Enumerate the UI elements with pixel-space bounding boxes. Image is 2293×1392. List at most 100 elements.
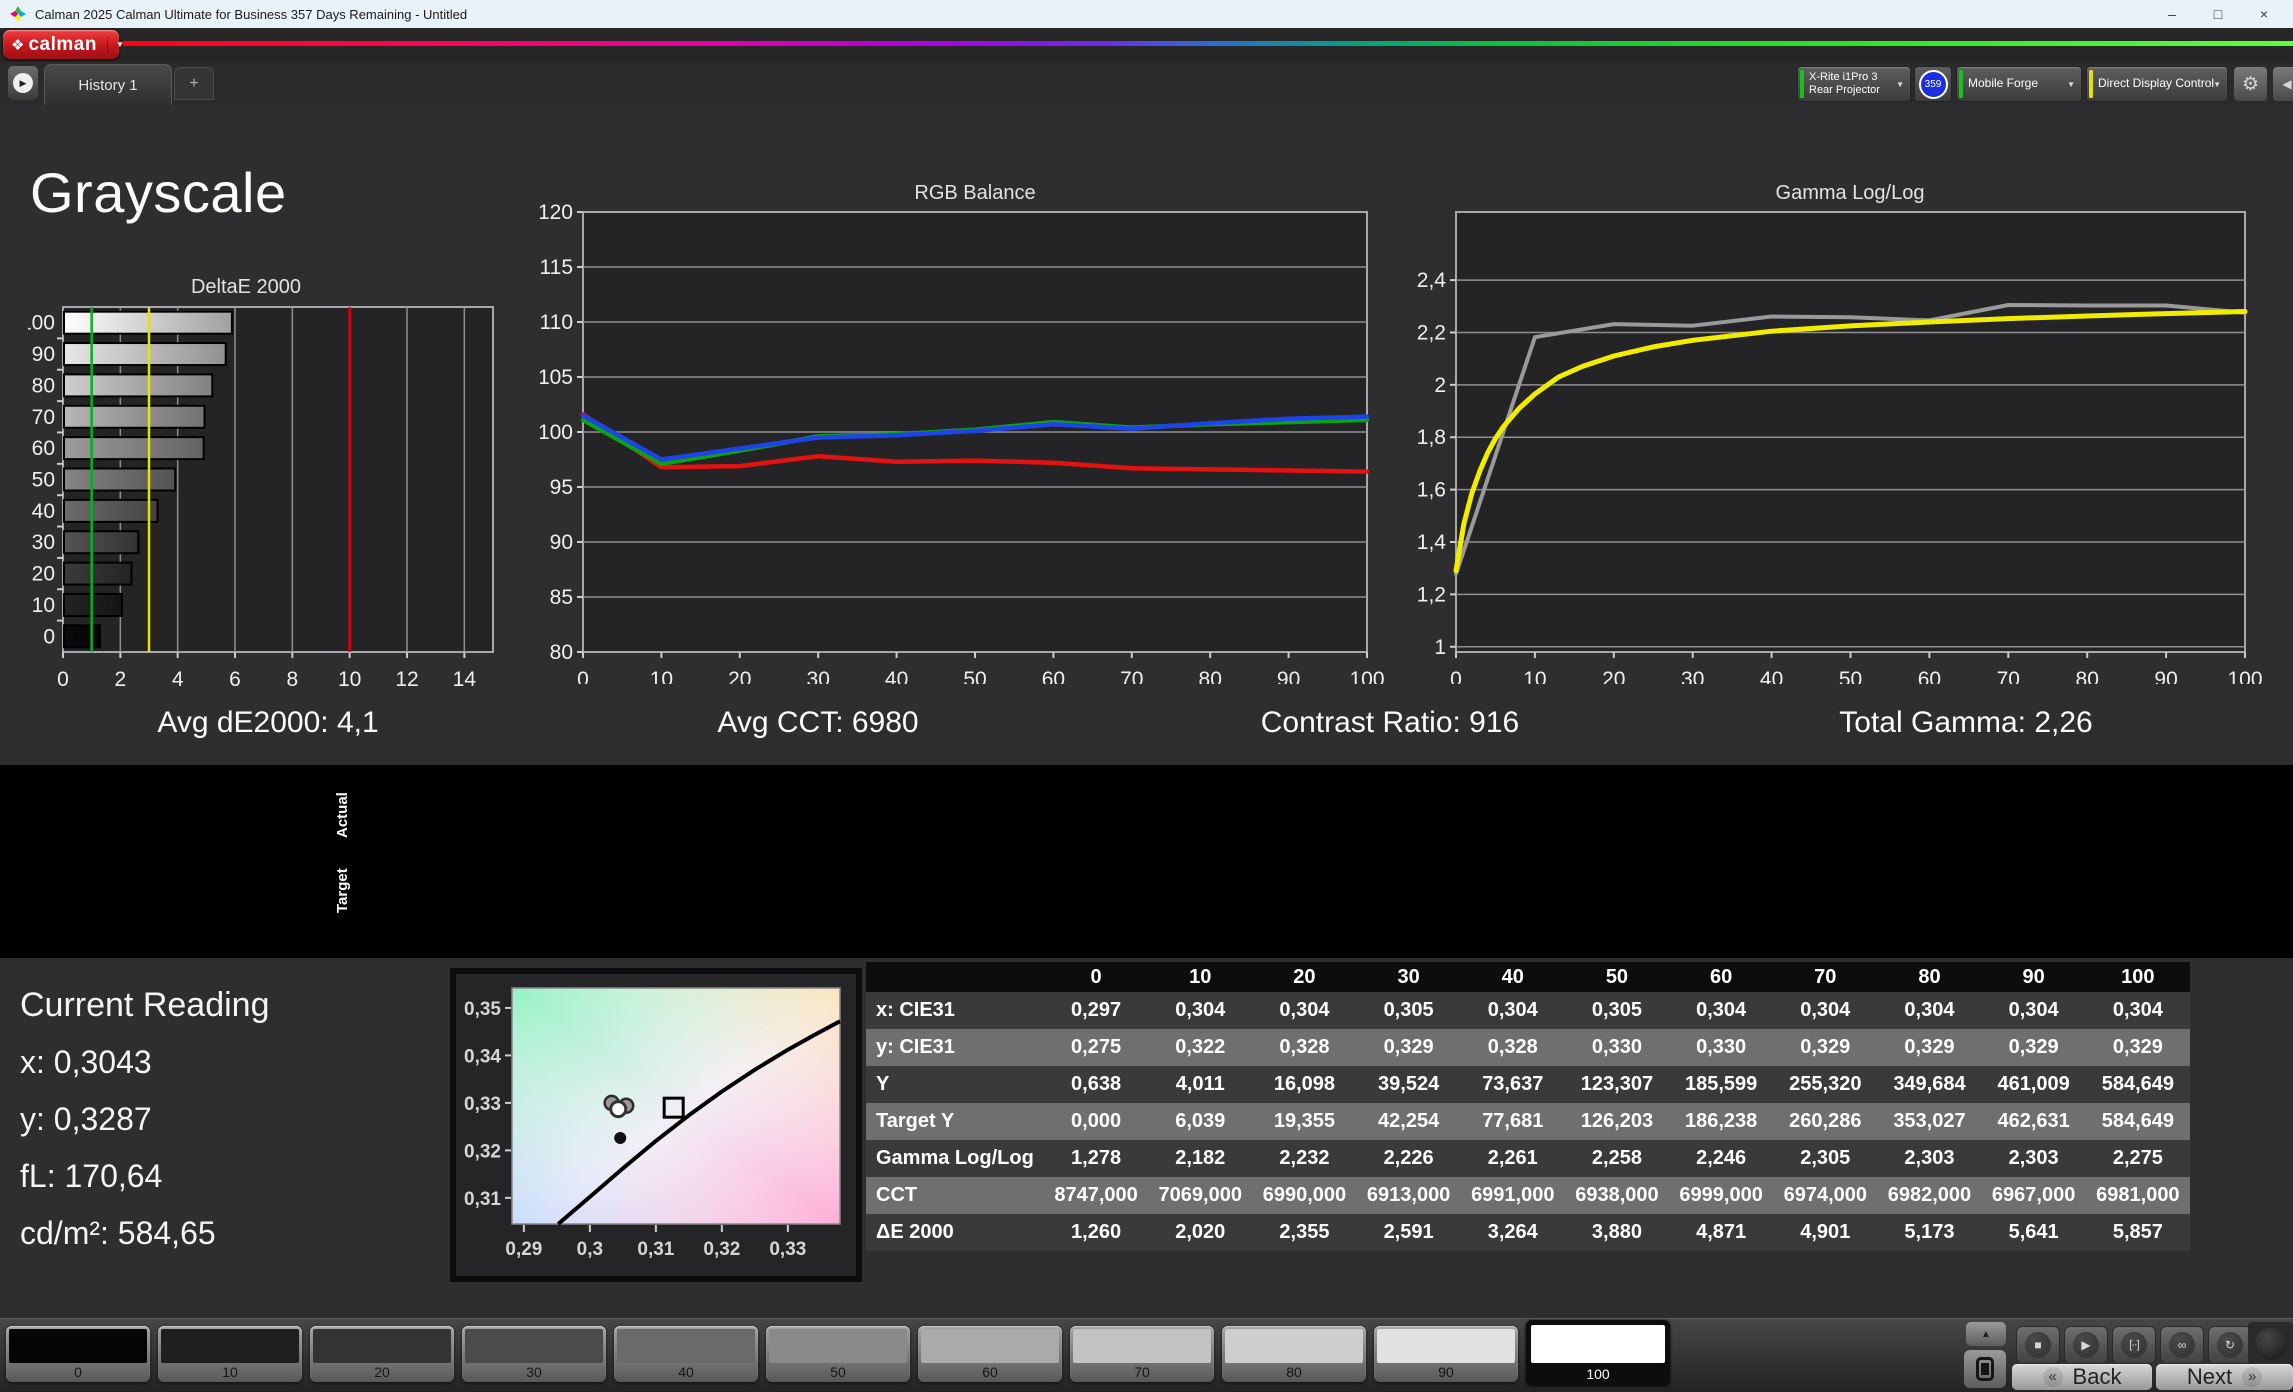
table-cell: 2,226 (1383, 1147, 1434, 1169)
add-tab-button[interactable]: + (174, 67, 214, 100)
table-column-header (866, 962, 1044, 992)
pattern-patch-30[interactable]: 30 (462, 1326, 606, 1382)
svg-text:1: 1 (1434, 636, 1446, 659)
pattern-window-button[interactable] (1964, 1350, 2006, 1388)
continuous-button[interactable]: ∞ (2160, 1326, 2204, 1364)
row-label: Gamma Log/Log (876, 1147, 1034, 1169)
table-cell: 0,275 (1071, 1036, 1122, 1058)
svg-text:20: 20 (728, 668, 751, 684)
reading-x: x: 0,3043 (20, 1044, 152, 1080)
svg-text:6: 6 (229, 668, 241, 686)
svg-text:0,29: 0,29 (505, 1239, 542, 1260)
table-cell: 0,329 (1904, 1036, 1955, 1058)
svg-text:0: 0 (577, 668, 589, 684)
table-cell: 0,638 (1071, 1073, 1122, 1095)
collapse-panel-button[interactable]: ◀ (2272, 66, 2293, 102)
table-cell: 0,329 (2008, 1036, 2059, 1058)
patch-swatch (617, 1329, 755, 1363)
table-cell: 353,027 (1893, 1110, 1966, 1132)
stop-button[interactable]: ■ (2016, 1326, 2060, 1364)
svg-text:4: 4 (172, 668, 184, 686)
svg-text:50: 50 (32, 469, 55, 492)
table-cell: 6981,000 (2096, 1184, 2180, 1206)
svg-text:10: 10 (338, 668, 361, 686)
table-cell: 6982,000 (1887, 1184, 1972, 1206)
svg-text:30: 30 (32, 531, 55, 554)
minimize-button[interactable]: – (2149, 6, 2195, 22)
table-cell: 0,330 (1591, 1036, 1642, 1058)
table-row: ΔE 2000 1,260 2,020 2,355 2,591 3,264 3,880 4,8… (866, 1214, 2190, 1251)
reading-fl: fL: 170,64 (20, 1158, 163, 1194)
table-row: y: CIE31 0,275 0,322 0,328 0,329 0,328 0,330 0,… (866, 1029, 2190, 1066)
svg-text:40: 40 (32, 500, 55, 523)
display-control-dropdown[interactable]: Direct Display Control ▼ (2086, 66, 2228, 102)
back-button[interactable]: « Back (2012, 1364, 2152, 1390)
table-cell: 0,304 (1800, 999, 1851, 1021)
grayscale-swatch-strip: Actual Target 0102030405060708090100 (0, 765, 2293, 958)
svg-text:0: 0 (1450, 668, 1462, 684)
pattern-up-button[interactable]: ▲ (1966, 1322, 2006, 1346)
table-cell: 1,260 (1071, 1221, 1122, 1243)
svg-text:90: 90 (2154, 668, 2177, 684)
svg-text:2: 2 (114, 668, 126, 686)
svg-text:70: 70 (1997, 668, 2020, 684)
pattern-patch-40[interactable]: 40 (614, 1326, 758, 1382)
table-cell: 0,329 (1800, 1036, 1851, 1058)
pattern-patch-50[interactable]: 50 (766, 1326, 910, 1382)
pattern-patch-100[interactable]: 100 (1526, 1320, 1670, 1385)
patch-swatch (161, 1329, 299, 1363)
title-bar: Calman 2025 Calman Ultimate for Business… (0, 0, 2293, 28)
svg-text:50: 50 (963, 668, 986, 684)
window-icon (1976, 1357, 1994, 1381)
table-cell: 6974,000 (1783, 1184, 1867, 1206)
table-cell: 126,203 (1580, 1110, 1654, 1132)
svg-text:0,32: 0,32 (464, 1141, 501, 1162)
pattern-patch-10[interactable]: 10 (158, 1326, 302, 1382)
source-selector-dropdown[interactable]: Mobile Forge ▼ (1956, 66, 2082, 102)
total-gamma-stat: Total Gamma: 2,26 (1839, 706, 2093, 739)
table-cell: 0,322 (1175, 1036, 1226, 1058)
table-header-row: 0 10 20 30 40 50 60 70 80 90 100 (866, 962, 2190, 992)
table-cell: 16,098 (1273, 1073, 1336, 1095)
svg-text:120: 120 (540, 201, 573, 224)
pattern-patch-20[interactable]: 20 (310, 1326, 454, 1382)
svg-text:20: 20 (1602, 668, 1625, 684)
pattern-patch-80[interactable]: 80 (1222, 1326, 1366, 1382)
refresh-button[interactable]: ↻ (2208, 1326, 2252, 1364)
pattern-patch-70[interactable]: 70 (1070, 1326, 1214, 1382)
tab-scroll-button[interactable]: ▶ (8, 66, 38, 100)
pattern-patch-0[interactable]: 0 (6, 1326, 150, 1382)
close-button[interactable]: × (2241, 6, 2287, 22)
calman-menu-button[interactable]: ❖ calman ▼ (3, 30, 124, 59)
meter-status-strip (1800, 70, 1804, 98)
maximize-button[interactable]: □ (2195, 6, 2241, 22)
svg-text:20: 20 (32, 563, 55, 586)
pattern-patch-90[interactable]: 90 (1374, 1326, 1518, 1382)
settings-button[interactable]: ⚙ (2233, 66, 2268, 102)
meter-name: X-Rite i1Pro 3 (1809, 71, 1878, 83)
pattern-size-button[interactable]: [··] (2112, 1326, 2156, 1364)
meter-exposure-badge[interactable]: 359 (1914, 66, 1952, 102)
source-status-strip (1959, 70, 1963, 98)
svg-text:100: 100 (1349, 668, 1384, 684)
table-cell: 6,039 (1175, 1110, 1226, 1132)
table-cell: 2,591 (1383, 1221, 1434, 1243)
chevron-down-icon: ▼ (1896, 80, 1904, 89)
table-cell: 8747,000 (1054, 1184, 1138, 1206)
svg-text:10: 10 (1523, 668, 1546, 684)
patch-swatch (921, 1329, 1059, 1363)
table-cell: 0,304 (1175, 999, 1226, 1021)
pattern-patch-60[interactable]: 60 (918, 1326, 1062, 1382)
meter-selector-dropdown[interactable]: X-Rite i1Pro 3 Rear Projector ▼ (1797, 66, 1911, 102)
play-button[interactable]: ▶ (2064, 1326, 2108, 1364)
next-button[interactable]: Next » (2156, 1364, 2293, 1390)
rgb-balance-line-chart: 80 85 90 95 100 105 110 115 120 0 10 20 30 40 50 60 70 80… (540, 201, 1385, 684)
svg-text:80: 80 (550, 641, 573, 664)
patch-label: 0 (74, 1364, 82, 1380)
table-column-header: 20 (1293, 965, 1316, 988)
table-row: Gamma Log/Log 1,278 2,182 2,232 2,226 2,261 2,… (866, 1140, 2190, 1177)
table-column-header: 30 (1397, 965, 1420, 988)
tab-history-1[interactable]: History 1 (44, 64, 172, 105)
status-led (2254, 1328, 2287, 1360)
table-cell: 3,880 (1591, 1221, 1642, 1243)
